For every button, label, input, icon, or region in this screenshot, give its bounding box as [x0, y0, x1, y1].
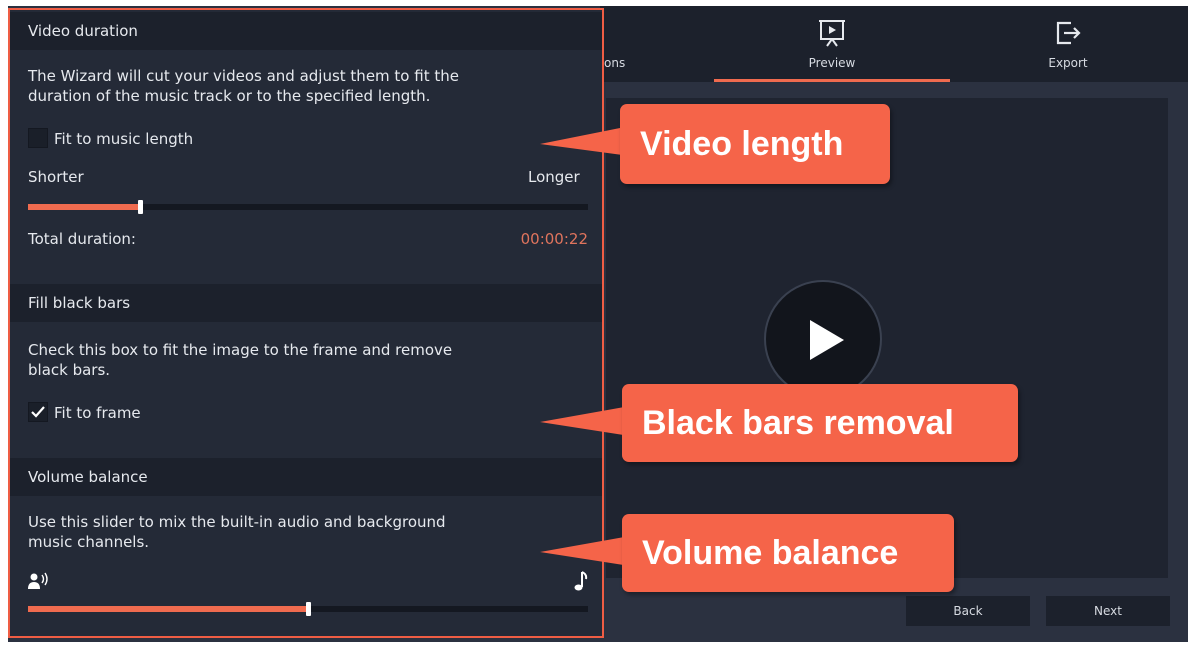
active-tab-indicator [714, 79, 950, 82]
section-header-fill-black-bars: Fill black bars [10, 284, 602, 322]
fit-to-frame-checkbox[interactable] [28, 402, 48, 422]
speaking-person-icon [28, 572, 50, 594]
tab-options-label: ons [604, 56, 626, 70]
callout-black-bars-removal: Black bars removal [622, 384, 1018, 462]
total-duration-value: 00:00:22 [520, 230, 588, 248]
tab-export[interactable]: Export [950, 6, 1186, 82]
tab-preview[interactable]: Preview [714, 6, 950, 82]
checkmark-icon [31, 406, 45, 418]
tab-options[interactable]: ons [600, 6, 714, 82]
next-button[interactable]: Next [1046, 596, 1170, 626]
tab-preview-label: Preview [808, 56, 856, 70]
duration-slider[interactable] [28, 200, 588, 214]
video-duration-description-line2: duration of the music track or to the sp… [28, 87, 431, 105]
fit-to-music-length-checkbox[interactable] [28, 128, 48, 148]
play-button[interactable] [764, 280, 882, 398]
back-button[interactable]: Back [906, 596, 1030, 626]
fill-black-bars-description-line2: black bars. [28, 361, 111, 379]
callout-pointer-volume-balance [540, 536, 630, 566]
volume-balance-slider[interactable] [28, 602, 588, 616]
duration-slider-handle[interactable] [138, 200, 143, 214]
slider-longer-label: Longer [528, 168, 580, 186]
export-exit-icon [1053, 18, 1083, 51]
volume-balance-description-line2: music channels. [28, 533, 150, 551]
video-duration-description-line1: The Wizard will cut your videos and adju… [28, 67, 459, 85]
volume-slider-fill [28, 606, 308, 612]
total-duration-label: Total duration: [28, 230, 136, 248]
volume-balance-description-line1: Use this slider to mix the built-in audi… [28, 513, 446, 531]
callout-video-length: Video length [620, 104, 890, 184]
duration-slider-fill [28, 204, 140, 210]
tab-export-label: Export [1048, 56, 1088, 70]
wizard-options-panel: Video duration The Wizard will cut your … [8, 8, 604, 638]
section-header-video-duration: Video duration [10, 12, 602, 50]
play-icon [810, 320, 844, 360]
section-header-volume-balance: Volume balance [10, 458, 602, 496]
slider-shorter-label: Shorter [28, 168, 84, 186]
callout-volume-balance: Volume balance [622, 514, 954, 592]
volume-slider-handle[interactable] [306, 602, 311, 616]
fit-to-frame-label: Fit to frame [54, 404, 141, 422]
presentation-play-icon [818, 18, 846, 51]
fit-to-music-length-label: Fit to music length [54, 130, 194, 148]
music-note-icon [572, 570, 588, 596]
fill-black-bars-description-line1: Check this box to fit the image to the f… [28, 341, 453, 359]
callout-pointer-video-length [540, 126, 630, 156]
callout-pointer-black-bars [540, 406, 630, 436]
top-toolbar: ons Preview Export [600, 6, 1188, 82]
